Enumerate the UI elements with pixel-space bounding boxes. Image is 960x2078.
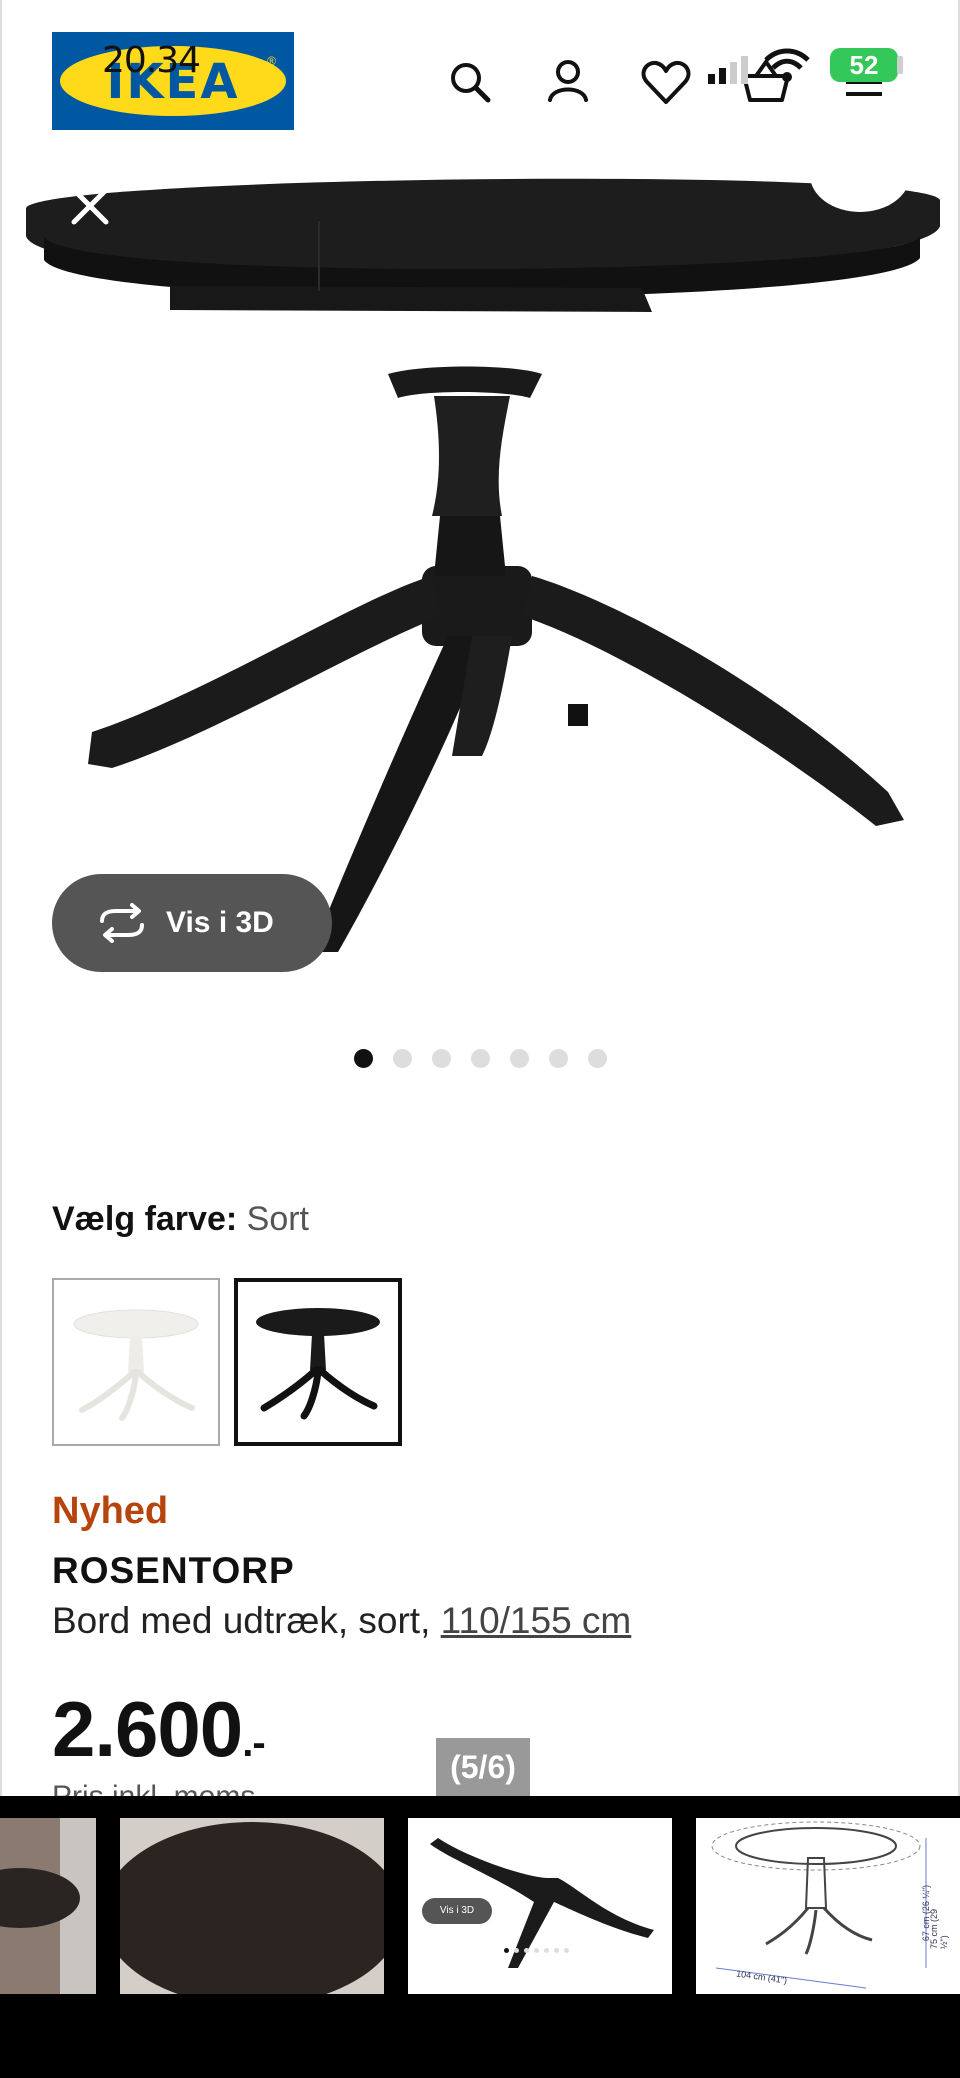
rotate-3d-icon	[100, 903, 144, 943]
carousel-dot[interactable]	[588, 1049, 607, 1068]
carousel-dot[interactable]	[510, 1049, 529, 1068]
color-picker-value: Sort	[246, 1200, 309, 1238]
carousel-dot[interactable]	[549, 1049, 568, 1068]
thumbnail-height-label-2: 75 cm (29 ½")	[929, 1908, 949, 1949]
product-size-link[interactable]: 110/155 cm	[441, 1600, 632, 1641]
product-price: 2.600.-	[52, 1684, 266, 1775]
carousel-dot[interactable]	[432, 1049, 451, 1068]
view-3d-label: Vis i 3D	[166, 906, 274, 939]
product-description: Bord med udtræk, sort, 110/155 cm	[52, 1600, 631, 1642]
thumbnail[interactable]	[0, 1818, 96, 1994]
price-suffix: .-	[242, 1721, 265, 1765]
carousel-dot[interactable]	[393, 1049, 412, 1068]
price-note: Pris inkl. moms	[52, 1780, 255, 1796]
color-picker-label: Vælg farve: Sort	[52, 1200, 309, 1239]
product-page: IKEA ® 20.34 52 Vis i 3D Vælg farve: Sor…	[0, 0, 960, 1796]
wifi-icon	[762, 46, 812, 91]
carousel-dots	[354, 1049, 607, 1068]
close-icon[interactable]	[60, 176, 120, 236]
status-time: 20.34	[102, 40, 201, 81]
color-picker-key: Vælg farve:	[52, 1200, 238, 1238]
product-description-text: Bord med udtræk, sort,	[52, 1600, 441, 1641]
thumbnail-3d-label: Vis i 3D	[422, 1898, 492, 1924]
thumbnail[interactable]: 104 cm (41") 67 cm (26 ¼") 75 cm (29 ½")	[696, 1818, 960, 1994]
image-counter: (5/6)	[436, 1738, 530, 1796]
new-badge: Nyhed	[52, 1490, 169, 1532]
battery-indicator: 52	[830, 48, 898, 82]
signal-icon	[708, 56, 758, 91]
logo-registered: ®	[267, 54, 276, 68]
battery-cap	[897, 56, 903, 74]
search-icon[interactable]	[440, 52, 500, 112]
thumbnail-selected[interactable]: Vis i 3D	[408, 1818, 672, 1994]
color-swatch-white[interactable]	[52, 1278, 220, 1446]
carousel-dot[interactable]	[354, 1049, 373, 1068]
account-icon[interactable]	[538, 52, 598, 112]
thumbnail-dots	[504, 1948, 569, 1953]
carousel-dot[interactable]	[471, 1049, 490, 1068]
thumbnail[interactable]	[120, 1818, 384, 1994]
image-action-button[interactable]	[810, 138, 910, 212]
color-swatch-black[interactable]	[234, 1278, 402, 1446]
view-3d-button[interactable]: Vis i 3D	[52, 874, 332, 972]
product-name: ROSENTORP	[52, 1550, 295, 1591]
price-value: 2.600	[52, 1685, 243, 1773]
heart-icon[interactable]	[636, 52, 696, 112]
